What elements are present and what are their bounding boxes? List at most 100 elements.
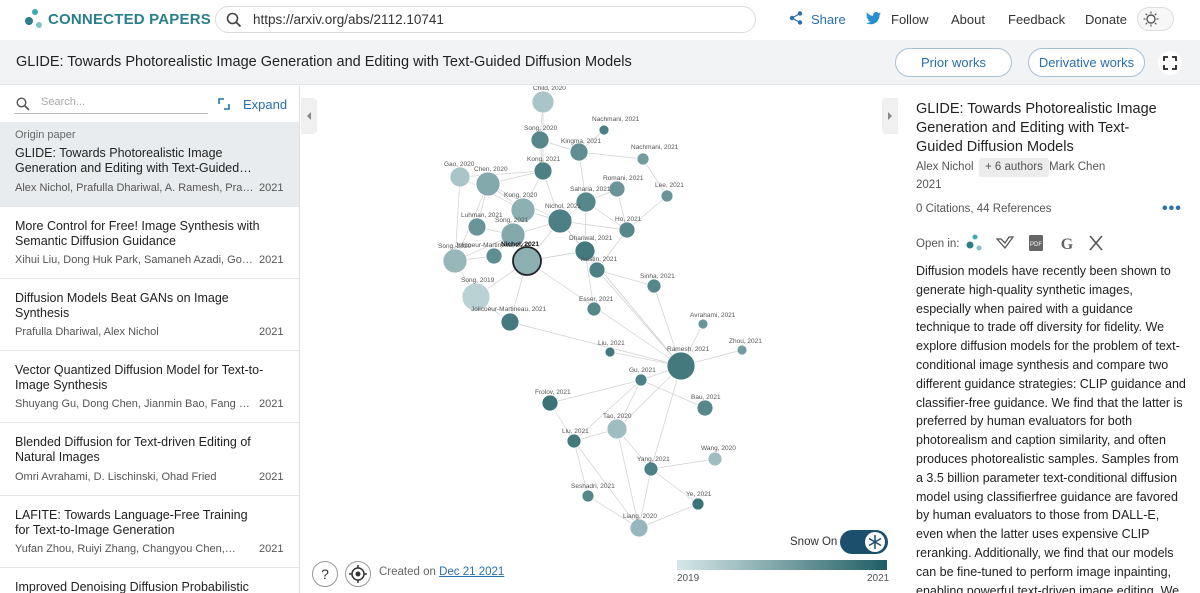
collapse-right-button[interactable] [882,98,898,134]
citation-graph[interactable]: Child, 2020 Song, 2020 Nachmani, 2021 Kingm… [301,86,900,593]
graph-node-circle[interactable] [618,221,636,239]
feedback-link[interactable]: Feedback [1008,12,1065,27]
graph-node-circle[interactable] [485,247,503,265]
graph-node-circle[interactable] [475,171,501,197]
graph-node-circle[interactable] [634,373,648,387]
theme-toggle[interactable] [1137,7,1174,31]
help-button[interactable]: ? [312,561,338,587]
list-item-title[interactable]: More Control for Free! Image Synthesis w… [15,219,265,249]
graph-node-circle[interactable] [629,518,649,538]
graph-node-circle[interactable] [643,461,659,477]
snow-toggle[interactable] [840,530,888,554]
graph-node[interactable]: Ramesh, 2021 [666,346,710,381]
graph-node-circle[interactable] [586,301,602,317]
graph-node[interactable]: Austin, 2021 [581,256,618,279]
graph-node-circle[interactable] [598,124,610,136]
graph-node[interactable]: Kingma, 2021 [561,138,601,162]
graph-node-circle[interactable] [736,344,748,356]
expand-button[interactable]: Expand [243,97,287,112]
created-date-link[interactable]: Dec 21 2021 [439,566,504,578]
graph-node-circle[interactable] [533,161,553,181]
graph-node[interactable]: Gao, 2020 [444,161,475,188]
detail-author-last[interactable]: Mark Chen [1049,161,1105,173]
graph-node-circle[interactable] [660,189,674,203]
derivative-works-button[interactable]: Derivative works [1028,48,1145,77]
recenter-button[interactable] [345,561,371,587]
graph-node-circle[interactable] [512,246,542,276]
graph-node[interactable]: Avrahami, 2021 [690,312,736,330]
graph-node[interactable]: Lee, 2021 [655,182,684,203]
twitter-icon[interactable] [866,12,881,25]
graph-node-circle[interactable] [566,433,582,449]
url-text[interactable]: https://arxiv.org/abs/2112.10741 [253,12,444,27]
graph-node[interactable]: Song, 2020 [438,243,472,274]
graph-node[interactable]: Jolicoeur-Martineau, 2021 [471,306,547,332]
graph-node[interactable]: Child, 2020 [531,86,566,114]
graph-node[interactable]: Bau, 2021 [691,394,721,417]
graph-node-circle[interactable] [442,248,468,274]
graph-node-circle[interactable] [467,217,487,237]
follow-link[interactable]: Follow [891,12,929,27]
graph-canvas[interactable]: Child, 2020 Song, 2020 Nachmani, 2021 Kingm… [301,86,900,593]
brand-name[interactable]: CONNECTED PAPERS [48,11,211,28]
pdf-icon[interactable]: PDF [1027,234,1045,252]
graph-node[interactable]: Tao, 2020 [603,413,632,440]
graph-node-circle[interactable] [666,351,696,381]
connected-papers-logo-icon[interactable] [24,8,44,30]
graph-node[interactable]: Ho, 2021 [615,216,642,239]
google-scholar-icon[interactable]: G [1058,234,1076,252]
graph-node-circle[interactable] [569,142,589,162]
about-link[interactable]: About [951,12,985,27]
graph-node[interactable]: Song, 2020 [524,125,558,150]
donate-link[interactable]: Donate [1085,12,1127,27]
fullscreen-button[interactable] [1158,51,1182,75]
arxiv-icon[interactable] [1087,234,1105,252]
detail-title[interactable]: GLIDE: Towards Photorealistic Image Gene… [916,100,1176,157]
graph-node-circle[interactable] [691,497,705,511]
share-link[interactable]: Share [811,12,846,27]
list-item-title[interactable]: Improved Denoising Diffusion Probabilist… [15,580,265,593]
collapse-left-button[interactable] [301,98,317,134]
list-item-title[interactable]: Vector Quantized Diffusion Model for Tex… [15,363,265,393]
graph-node[interactable]: Nichol, 2021 [501,241,542,276]
graph-node-circle[interactable] [604,346,616,358]
graph-node-circle[interactable] [449,166,471,188]
graph-node[interactable]: Nachmani, 2021 [592,116,640,136]
graph-node-circle[interactable] [608,180,626,198]
list-item[interactable]: Vector Quantized Diffusion Model for Tex… [0,351,299,423]
graph-node-circle[interactable] [707,451,723,467]
list-item-title[interactable]: Blended Diffusion for Text-driven Editin… [15,435,265,465]
graph-node-circle[interactable] [547,208,573,234]
graph-node[interactable]: Sinha, 2021 [640,273,675,294]
sidebar-search-input[interactable]: Search... [14,94,208,114]
graph-node[interactable]: Yang, 2021 [637,456,670,477]
graph-node-circle[interactable] [636,152,650,166]
graph-node-circle[interactable] [588,261,606,279]
graph-node[interactable]: Liang, 2020 [623,513,657,538]
list-item[interactable]: More Control for Free! Image Synthesis w… [0,207,299,279]
graph-node[interactable]: Frolov, 2021 [535,389,571,412]
list-item[interactable]: LAFITE: Towards Language-Free Training f… [0,496,299,568]
list-item[interactable]: Improved Denoising Diffusion Probabilist… [0,568,299,593]
list-item-title[interactable]: GLIDE: Towards Photorealistic Image Gene… [15,146,265,176]
semantic-scholar-icon[interactable] [996,234,1014,252]
graph-node-circle[interactable] [541,394,559,412]
url-search-input[interactable]: https://arxiv.org/abs/2112.10741 [215,6,756,33]
list-item-title[interactable]: Diffusion Models Beat GANs on Image Synt… [15,291,265,321]
detail-author-first[interactable]: Alex Nichol [916,161,974,173]
graph-node-circle[interactable] [697,318,709,330]
graph-node[interactable]: Kong, 2021 [527,156,561,181]
graph-node-circle[interactable] [606,418,628,440]
graph-node-circle[interactable] [500,312,520,332]
graph-node-circle[interactable] [646,278,662,294]
share-icon[interactable] [789,11,803,25]
graph-node-circle[interactable] [581,489,595,503]
graph-node-circle[interactable] [531,90,555,114]
expand-icon[interactable] [218,98,230,110]
list-item[interactable]: Blended Diffusion for Text-driven Editin… [0,423,299,496]
graph-node-circle[interactable] [696,399,714,417]
connected-papers-icon[interactable] [965,234,983,252]
graph-node-circle[interactable] [530,130,550,150]
more-options-button[interactable]: ••• [1162,200,1182,218]
list-item-title[interactable]: LAFITE: Towards Language-Free Training f… [15,508,265,538]
